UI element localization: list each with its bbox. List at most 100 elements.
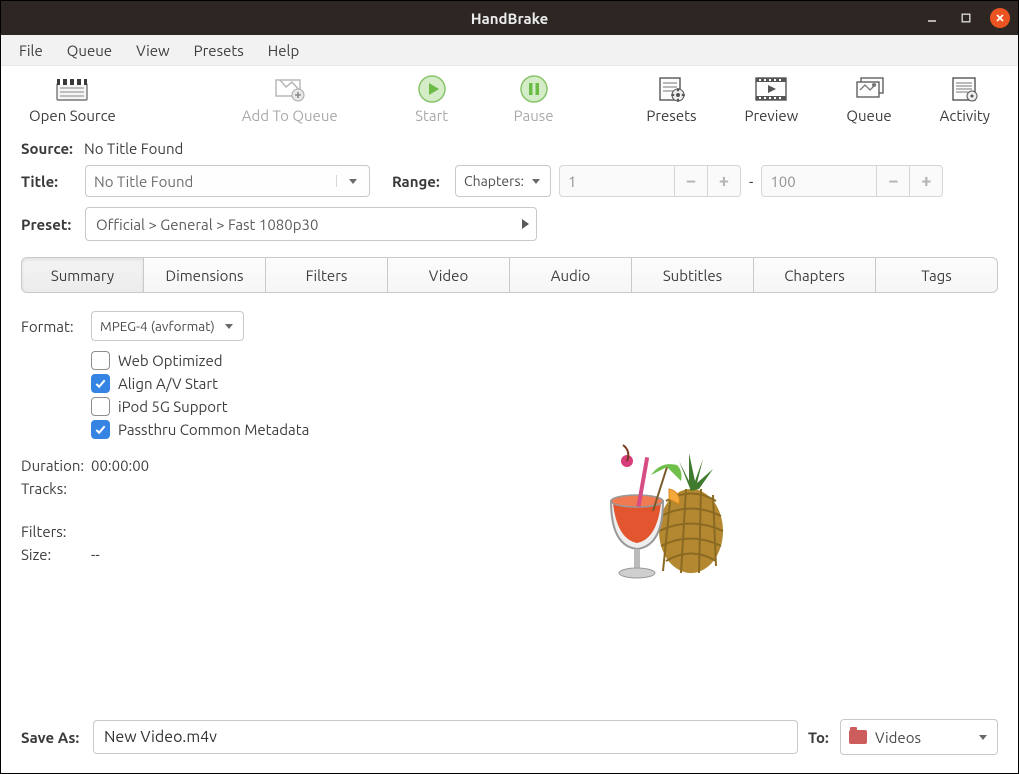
queue-label: Queue [846, 107, 891, 124]
bottombar: Save As: To: Videos [1, 711, 1018, 773]
presets-label: Presets [646, 107, 696, 124]
menu-presets[interactable]: Presets [182, 38, 256, 63]
source-value: No Title Found [84, 140, 183, 157]
range-start-increment[interactable]: + [707, 166, 740, 196]
activity-label: Activity [940, 107, 990, 124]
chevron-down-icon [530, 175, 542, 187]
range-label: Range: [392, 173, 447, 190]
passthru-metadata-checkbox[interactable] [91, 420, 110, 439]
tab-video[interactable]: Video [387, 257, 510, 293]
presets-icon [653, 74, 689, 104]
preview-icon [753, 74, 789, 104]
ipod-5g-checkbox[interactable] [91, 397, 110, 416]
window-maximize-button[interactable] [956, 8, 976, 28]
range-mode-value: Chapters: [464, 173, 524, 189]
check-icon [94, 377, 107, 390]
add-to-queue-label: Add To Queue [242, 107, 338, 124]
activity-button[interactable]: Activity [922, 72, 1008, 126]
menu-view[interactable]: View [124, 38, 182, 63]
pause-button[interactable]: Pause [496, 72, 572, 126]
film-clapper-icon [54, 74, 90, 104]
add-queue-icon [272, 74, 308, 104]
web-optimized-label: Web Optimized [118, 352, 223, 369]
menu-file[interactable]: File [7, 38, 55, 63]
window-close-button[interactable] [990, 8, 1010, 28]
menu-queue[interactable]: Queue [55, 38, 124, 63]
preset-label: Preset: [21, 216, 77, 233]
presets-button[interactable]: Presets [628, 72, 714, 126]
save-as-input[interactable] [93, 720, 798, 754]
range-mode-select[interactable]: Chapters: [455, 165, 551, 197]
size-value: -- [91, 546, 100, 563]
destination-value: Videos [875, 729, 921, 746]
tracks-label: Tracks: [21, 480, 91, 497]
content-area: Source: No Title Found Title: No Title F… [1, 130, 1018, 711]
duration-label: Duration: [21, 457, 91, 474]
ipod-5g-label: iPod 5G Support [118, 398, 228, 415]
pause-icon [516, 74, 552, 104]
range-end-spinner[interactable]: 100 − + [761, 165, 943, 197]
format-select[interactable]: MPEG-4 (avformat) [91, 311, 244, 341]
summary-panel: Format: MPEG-4 (avformat) Web Optimized … [21, 311, 998, 707]
range-start-value: 1 [560, 173, 674, 190]
chevron-down-icon [223, 320, 235, 332]
chevron-down-icon [977, 731, 989, 743]
chevron-down-icon [336, 175, 363, 187]
range-end-value: 100 [762, 173, 876, 190]
tab-summary[interactable]: Summary [21, 257, 144, 293]
check-icon [94, 423, 107, 436]
preset-select[interactable]: Official > General > Fast 1080p30 [85, 207, 537, 241]
pause-label: Pause [514, 107, 554, 124]
range-dash: - [749, 173, 753, 190]
range-end-increment[interactable]: + [909, 166, 942, 196]
menubar: File Queue View Presets Help [1, 35, 1018, 66]
destination-select[interactable]: Videos [840, 719, 998, 755]
title-select-value: No Title Found [94, 173, 193, 190]
window-minimize-button[interactable] [922, 8, 942, 28]
range-start-decrement[interactable]: − [674, 166, 707, 196]
queue-button[interactable]: Queue [828, 72, 909, 126]
size-label: Size: [21, 546, 91, 563]
open-source-button[interactable]: Open Source [11, 72, 134, 126]
title-label: Title: [21, 173, 77, 190]
tab-audio[interactable]: Audio [509, 257, 632, 293]
add-to-queue-button[interactable]: Add To Queue [224, 72, 356, 126]
format-label: Format: [21, 318, 91, 335]
source-label: Source: [21, 140, 76, 157]
queue-icon [851, 74, 887, 104]
duration-value: 00:00:00 [91, 457, 149, 474]
open-source-label: Open Source [29, 107, 116, 124]
chevron-right-icon [520, 218, 530, 230]
maximize-icon [960, 12, 972, 24]
web-optimized-checkbox[interactable] [91, 351, 110, 370]
activity-icon [947, 74, 983, 104]
range-end-decrement[interactable]: − [876, 166, 909, 196]
align-av-start-checkbox[interactable] [91, 374, 110, 393]
play-icon [414, 74, 450, 104]
handbrake-mascot-icon [581, 431, 741, 591]
start-label: Start [415, 107, 448, 124]
window-title: HandBrake [471, 10, 549, 27]
toolbar: Open Source Add To Queue Start Pause [1, 66, 1018, 130]
tab-dimensions[interactable]: Dimensions [143, 257, 266, 293]
preview-button[interactable]: Preview [727, 72, 817, 126]
menu-help[interactable]: Help [256, 38, 311, 63]
align-av-start-label: Align A/V Start [118, 375, 218, 392]
tab-subtitles[interactable]: Subtitles [631, 257, 754, 293]
range-start-spinner[interactable]: 1 − + [559, 165, 741, 197]
save-as-label: Save As: [21, 729, 83, 746]
app-window: HandBrake File Queue View Presets Help O… [0, 0, 1019, 774]
tab-tags[interactable]: Tags [875, 257, 998, 293]
format-value: MPEG-4 (avformat) [100, 318, 215, 334]
tab-chapters[interactable]: Chapters [753, 257, 876, 293]
title-select[interactable]: No Title Found [85, 165, 370, 197]
close-icon [994, 12, 1006, 24]
titlebar: HandBrake [1, 1, 1018, 35]
start-button[interactable]: Start [396, 72, 468, 126]
passthru-metadata-label: Passthru Common Metadata [118, 421, 309, 438]
dest-label: To: [808, 729, 830, 746]
preset-value: Official > General > Fast 1080p30 [96, 216, 318, 233]
tabbar: Summary Dimensions Filters Video Audio S… [21, 257, 998, 293]
filters-label: Filters: [21, 523, 91, 540]
tab-filters[interactable]: Filters [265, 257, 388, 293]
